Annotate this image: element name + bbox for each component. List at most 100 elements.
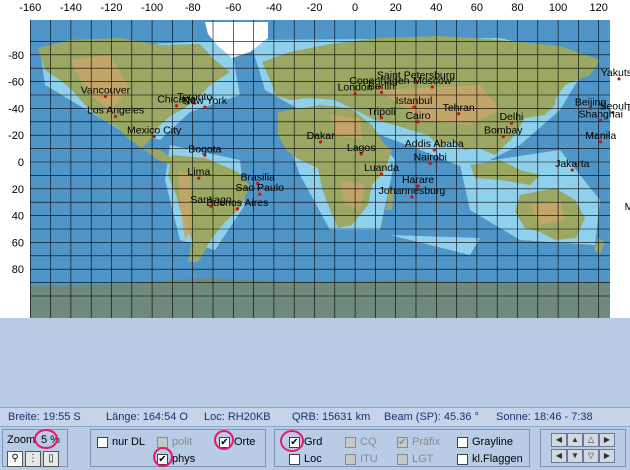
lgt-checkbox: LGT [397, 452, 433, 466]
longitude-readout: Länge: 164:54 O [106, 411, 188, 423]
longitude-tick-label: 20 [390, 2, 402, 14]
city-label: Los Angeles [87, 104, 144, 116]
city-label: Bombay [484, 125, 523, 137]
nav-right-up-button[interactable]: ▶ [599, 433, 615, 447]
city-label: Istanbul [396, 95, 433, 107]
nav-right-down-button[interactable]: ▶ [599, 449, 615, 463]
locator-readout: Loc: RH20KB [204, 411, 271, 423]
praefix-checkbox: ✔ Präfix [397, 435, 440, 449]
sun-readout: Sonne: 18:46 - 7:38 [496, 411, 593, 423]
loc-checkbox[interactable]: Loc [289, 452, 322, 466]
longitude-tick-label: 120 [590, 2, 608, 14]
cq-label: CQ [360, 436, 377, 448]
zoom-group: Zoom 5 % ⚲ ⋮ ▯ [2, 429, 68, 467]
nav-bottom-button[interactable]: ▽ [583, 449, 599, 463]
latitude-tick-label: -40 [8, 103, 24, 115]
longitude-tick-label: 60 [471, 2, 483, 14]
nav-down-button[interactable]: ▼ [567, 449, 583, 463]
lgt-box [397, 453, 408, 465]
map-canvas[interactable]: -160 -140 -120 -100 -80 -60 -40 -20 0 20 40 60 80 100… [0, 0, 630, 318]
cq-box [345, 436, 356, 448]
orte-checkbox[interactable]: ✔ Orte [219, 435, 255, 449]
zoom-rect-button[interactable]: ⋮ [25, 451, 41, 467]
city-label: Lima [187, 166, 210, 178]
city-label: Jakarta [555, 158, 590, 170]
city-label: Tripoli [367, 106, 395, 118]
phys-label: phys [172, 453, 196, 465]
nur-dl-box[interactable] [97, 436, 108, 448]
control-panel: Zoom 5 % ⚲ ⋮ ▯ nur DL polit ✔ phys ✔ Orte … [0, 427, 630, 470]
grayline-label: Grayline [472, 436, 513, 448]
nav-first-down-button[interactable]: ◀ [551, 449, 567, 463]
nav-top-button[interactable]: △ [583, 433, 599, 447]
zoom-full-button[interactable]: ▯ [43, 451, 59, 467]
dotted-rect-icon: ⋮ [28, 453, 38, 464]
latitude-tick-label: -60 [8, 77, 24, 89]
longitude-tick-label: -60 [225, 2, 241, 14]
longitude-tick-label: -140 [60, 2, 82, 14]
orte-label: Orte [234, 436, 256, 448]
phys-box[interactable]: ✔ [157, 453, 168, 465]
latitude-tick-label: 60 [12, 237, 24, 249]
longitude-tick-label: 100 [549, 2, 567, 14]
longitude-tick-label: -80 [185, 2, 201, 14]
page-icon: ▯ [48, 453, 54, 464]
city-label: Bogota [188, 143, 221, 155]
city-label: Tokyo [626, 102, 630, 114]
nur-dl-checkbox[interactable]: nur DL [97, 435, 145, 449]
loc-box[interactable] [289, 453, 300, 465]
city-label: Luanda [364, 162, 399, 174]
nav-first-up-button[interactable]: ◀ [551, 433, 567, 447]
grayline-box[interactable] [457, 436, 468, 448]
longitude-tick-label: -160 [19, 2, 41, 14]
city-label: Shanghai [579, 108, 623, 120]
loc-label: Loc [304, 453, 322, 465]
longitude-tick-label: -100 [141, 2, 163, 14]
arrow-left-icon: ◀ [555, 435, 563, 444]
zoom-magnifier-button[interactable]: ⚲ [7, 451, 23, 467]
city-label: Lagos [347, 142, 376, 154]
status-bar: Breite: 19:55 S Länge: 164:54 O Loc: RH2… [0, 407, 630, 427]
itu-checkbox: ITU [345, 452, 378, 466]
nur-dl-label: nur DL [112, 436, 146, 448]
nav-up-button[interactable]: ▲ [567, 433, 583, 447]
grayline-checkbox[interactable]: Grayline [457, 435, 513, 449]
arrow-up-icon: ▲ [571, 435, 579, 444]
kl-flaggen-label: kl.Flaggen [472, 453, 523, 465]
grd-box[interactable]: ✔ [289, 436, 300, 448]
latitude-tick-label: 0 [18, 157, 24, 169]
longitude-tick-label: -40 [266, 2, 282, 14]
kl-flaggen-checkbox[interactable]: kl.Flaggen [457, 452, 523, 466]
city-label: New York [183, 95, 228, 107]
phys-checkbox[interactable]: ✔ phys [157, 452, 195, 466]
praefix-label: Präfix [412, 436, 441, 448]
city-label: Sao Paulo [235, 182, 284, 194]
arrow-down-icon: ▼ [571, 451, 579, 460]
polit-checkbox: polit [157, 435, 192, 449]
orte-box[interactable]: ✔ [219, 436, 230, 448]
city-label: Dakar [307, 130, 336, 142]
city-label: London [338, 82, 373, 94]
polit-label: polit [172, 436, 193, 448]
zoom-value: 5 % [41, 434, 60, 446]
kl-flaggen-box[interactable] [457, 453, 468, 465]
polit-box [157, 436, 168, 448]
city-label: Delhi [499, 111, 523, 123]
longitude-tick-label: -120 [100, 2, 122, 14]
grd-checkbox[interactable]: ✔ Grd [289, 435, 322, 449]
city-label: Johannesburg [379, 185, 446, 197]
latitude-tick-label: 80 [12, 264, 24, 276]
magnifier-icon: ⚲ [11, 453, 19, 464]
zoom-label: Zoom [7, 434, 36, 446]
city-label: Melbourne [625, 201, 630, 213]
arrow-top-icon: △ [587, 435, 595, 444]
city-label: Manila [585, 130, 616, 142]
nav-group: ◀ ▲ △ ▶ ◀ ▼ ▽ ▶ [540, 429, 626, 467]
latitude-tick-label: 20 [12, 184, 24, 196]
qrb-readout: QRB: 15631 km [292, 411, 371, 423]
world-map[interactable]: -160 -140 -120 -100 -80 -60 -40 -20 0 20 40 60 80 100… [0, 0, 630, 318]
arrow-left-end-icon: ◀ [555, 451, 563, 460]
arrow-bottom-icon: ▽ [587, 451, 595, 460]
cq-checkbox: CQ [345, 435, 377, 449]
longitude-tick-label: -20 [307, 2, 323, 14]
